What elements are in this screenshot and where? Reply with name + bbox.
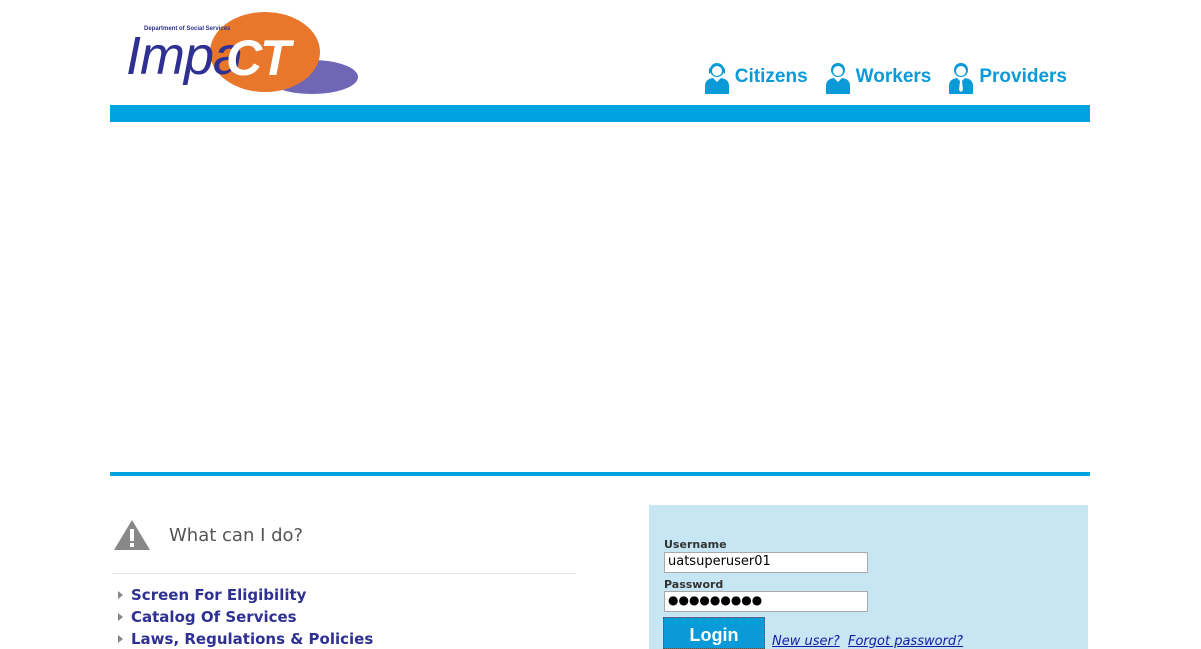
- worker-icon: [825, 63, 850, 94]
- link-label: Laws, Regulations & Policies: [131, 630, 374, 648]
- what-can-i-do-links: Screen For Eligibility Catalog Of Servic…: [118, 584, 373, 649]
- nav-providers-label: Providers: [979, 66, 1067, 87]
- login-panel: Username uatsuperuser01 Password ●●●●●●●…: [649, 505, 1088, 649]
- password-label: Password: [664, 578, 724, 591]
- nav-citizens-label: Citizens: [734, 66, 808, 87]
- impact-logo[interactable]: Department of Social Services Impa CT: [126, 10, 358, 96]
- nav-workers-label: Workers: [855, 66, 932, 87]
- link-catalog-services[interactable]: Catalog Of Services: [118, 606, 373, 628]
- username-field[interactable]: uatsuperuser01: [664, 552, 868, 573]
- header-divider-bar: [110, 105, 1090, 122]
- nav-providers[interactable]: Providers: [947, 60, 1067, 94]
- link-screen-eligibility[interactable]: Screen For Eligibility: [118, 584, 373, 606]
- password-field[interactable]: ●●●●●●●●●: [664, 591, 868, 612]
- nav-citizens[interactable]: Citizens: [703, 60, 808, 94]
- what-can-i-do-header: What can I do?: [113, 518, 303, 552]
- link-label: Screen For Eligibility: [131, 586, 307, 604]
- logo-brand-suffix: CT: [226, 30, 291, 86]
- citizen-icon: [704, 63, 729, 94]
- link-label: Catalog Of Services: [131, 608, 297, 626]
- nav-workers[interactable]: Workers: [824, 60, 932, 94]
- new-user-link[interactable]: New user?: [772, 634, 840, 649]
- username-label: Username: [664, 538, 727, 551]
- caret-right-icon: [118, 635, 123, 643]
- caret-right-icon: [118, 613, 123, 621]
- login-button[interactable]: Login: [663, 617, 765, 649]
- logo-brand-prefix: Impa: [126, 26, 243, 86]
- top-nav: Citizens Workers Providers: [703, 60, 1067, 94]
- what-can-i-do-title: What can I do?: [169, 524, 304, 546]
- warning-icon: [114, 520, 150, 550]
- forgot-password-link[interactable]: Forgot password?: [848, 634, 963, 649]
- link-laws-regulations[interactable]: Laws, Regulations & Policies: [118, 628, 373, 649]
- section-divider: [112, 573, 576, 574]
- provider-icon: [949, 63, 974, 94]
- caret-right-icon: [118, 591, 123, 599]
- content-divider-bar: [110, 472, 1090, 476]
